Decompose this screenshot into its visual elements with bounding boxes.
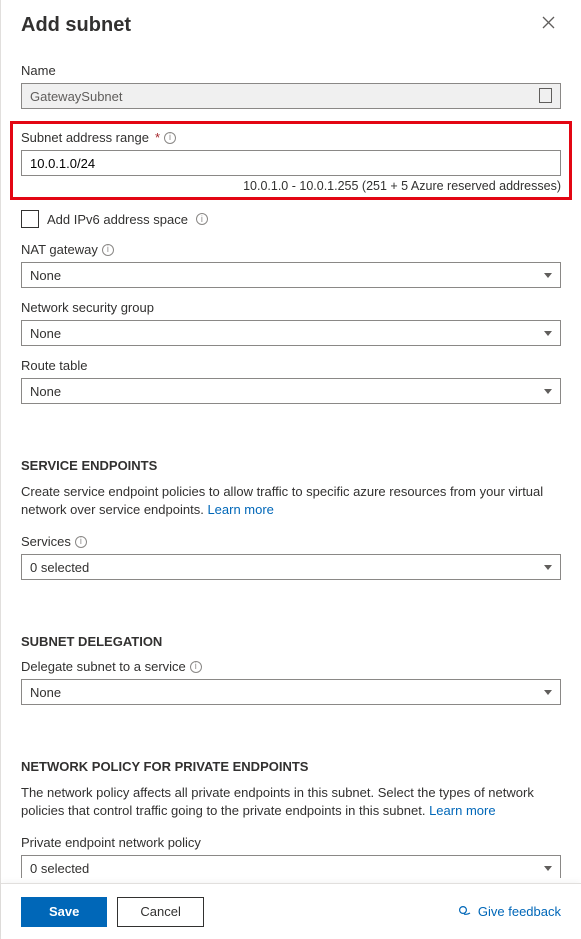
save-button[interactable]: Save [21,897,107,927]
network-policy-description: The network policy affects all private e… [21,784,561,819]
nat-gateway-field: NAT gateway i None [21,242,561,288]
nsg-select[interactable]: None [21,320,561,346]
delegation-label: Delegate subnet to a service [21,659,186,674]
route-table-value: None [30,384,61,399]
name-input[interactable]: GatewaySubnet [21,83,561,109]
subnet-range-highlight: Subnet address range * i 10.0.1.0 - 10.0… [10,121,572,200]
delegation-select[interactable]: None [21,679,561,705]
close-icon [542,16,555,29]
info-icon[interactable]: i [196,213,208,225]
delegation-value: None [30,685,61,700]
chevron-down-icon [544,565,552,570]
chevron-down-icon [544,690,552,695]
subnet-range-input[interactable] [21,150,561,176]
chevron-down-icon [544,866,552,871]
nsg-field: Network security group None [21,300,561,346]
footer-bar: Save Cancel Give feedback [1,883,581,939]
cancel-button[interactable]: Cancel [117,897,203,927]
ipv6-checkbox[interactable] [21,210,39,228]
copy-icon[interactable] [541,90,552,103]
chevron-down-icon [544,331,552,336]
learn-more-link[interactable]: Learn more [429,803,495,818]
subnet-delegation-heading: SUBNET DELEGATION [21,634,561,649]
chevron-down-icon [544,389,552,394]
feedback-label: Give feedback [478,904,561,919]
service-endpoints-heading: SERVICE ENDPOINTS [21,458,561,473]
chevron-down-icon [544,273,552,278]
private-endpoint-policy-label: Private endpoint network policy [21,835,201,850]
name-field: Name GatewaySubnet [21,63,561,109]
service-endpoints-description: Create service endpoint policies to allo… [21,483,561,518]
subnet-range-label: Subnet address range [21,130,149,145]
services-value: 0 selected [30,560,89,575]
name-label: Name [21,63,561,78]
ipv6-checkbox-row[interactable]: Add IPv6 address space i [21,210,561,228]
services-field: Services i 0 selected [21,534,561,580]
nsg-value: None [30,326,61,341]
nat-gateway-label: NAT gateway [21,242,98,257]
required-marker: * [155,130,160,145]
info-icon[interactable]: i [190,661,202,673]
route-table-select[interactable]: None [21,378,561,404]
nsg-label: Network security group [21,300,154,315]
delegation-field: Delegate subnet to a service i None [21,659,561,705]
services-select[interactable]: 0 selected [21,554,561,580]
close-button[interactable] [536,14,561,35]
info-icon[interactable]: i [75,536,87,548]
private-endpoint-policy-field: Private endpoint network policy 0 select… [21,835,561,878]
ipv6-label: Add IPv6 address space [47,212,188,227]
info-icon[interactable]: i [164,132,176,144]
nat-gateway-select[interactable]: None [21,262,561,288]
nat-gateway-value: None [30,268,61,283]
subnet-range-help: 10.0.1.0 - 10.0.1.255 (251 + 5 Azure res… [21,179,561,193]
private-endpoint-policy-select[interactable]: 0 selected [21,855,561,878]
name-value: GatewaySubnet [30,89,123,104]
feedback-icon [458,905,472,919]
info-icon[interactable]: i [102,244,114,256]
learn-more-link[interactable]: Learn more [207,502,273,517]
route-table-label: Route table [21,358,88,373]
services-label: Services [21,534,71,549]
private-endpoint-policy-value: 0 selected [30,861,89,876]
network-policy-heading: NETWORK POLICY FOR PRIVATE ENDPOINTS [21,759,561,774]
give-feedback-link[interactable]: Give feedback [458,904,561,919]
panel-title: Add subnet [21,14,131,37]
route-table-field: Route table None [21,358,561,404]
